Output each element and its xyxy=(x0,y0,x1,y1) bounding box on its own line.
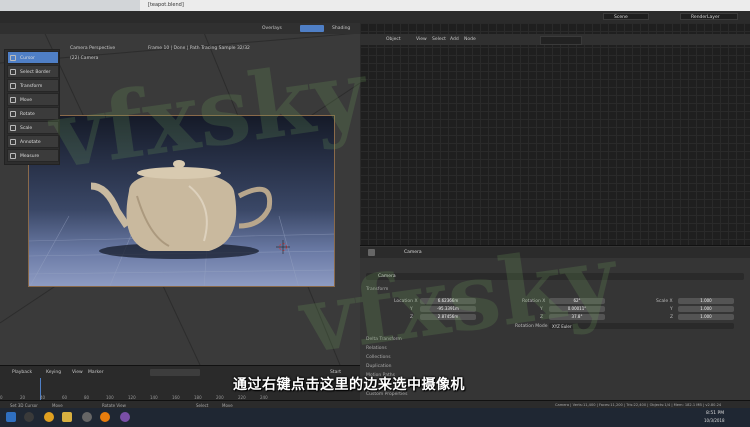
overlays-menu[interactable]: Overlays xyxy=(262,26,282,31)
tool-cursor[interactable]: Cursor xyxy=(7,51,59,64)
properties-tab-icon[interactable] xyxy=(368,249,375,256)
transform-icon xyxy=(10,83,16,89)
menu-add[interactable]: Add xyxy=(450,37,459,42)
scale-x-label: Scale X xyxy=(656,299,673,304)
settings-icon[interactable] xyxy=(82,412,92,422)
status-hint-move2: Move xyxy=(222,402,233,408)
scale-x-field[interactable]: 1.000 xyxy=(678,298,734,304)
menu-select[interactable]: Select xyxy=(432,37,446,42)
tool-label: Measure xyxy=(20,153,40,159)
search-icon[interactable] xyxy=(24,412,34,422)
status-hint-select: Select xyxy=(196,402,209,408)
rotate-icon xyxy=(10,111,16,117)
measure-icon xyxy=(10,153,16,159)
cursor-icon xyxy=(10,55,16,61)
scale-z-field[interactable]: 1.000 xyxy=(678,314,734,320)
shading-buttons[interactable] xyxy=(300,25,324,32)
status-hint-move: Move xyxy=(52,402,63,408)
node-tree-selector[interactable] xyxy=(540,36,582,45)
timeline-menu-marker[interactable]: Marker xyxy=(88,370,104,375)
taskbar-date: 10/3/2018 xyxy=(704,418,725,423)
3d-cursor-icon xyxy=(276,240,290,254)
taskbar-time: 8:51 PM xyxy=(706,411,725,416)
scale-icon xyxy=(10,125,16,131)
blender-icon[interactable] xyxy=(100,412,110,422)
status-hint-cursor: Set 3D Cursor xyxy=(10,402,38,408)
move-icon xyxy=(10,97,16,103)
tool-label: Transform xyxy=(20,83,43,89)
window-title-bar: [teapot.blend] xyxy=(0,0,750,28)
timeline-menu-playback[interactable]: Playback xyxy=(12,370,32,375)
tool-measure[interactable]: Measure xyxy=(7,149,59,162)
render-layer-label: RenderLayer xyxy=(691,15,720,20)
scale-y-label: Y xyxy=(670,307,673,312)
tool-label: Annotate xyxy=(20,139,41,145)
menu-view[interactable]: View xyxy=(416,37,427,42)
scene-label: Scene xyxy=(614,15,628,20)
start-icon[interactable] xyxy=(6,412,16,422)
timeline-menu-view[interactable]: View xyxy=(72,370,83,375)
menu-node[interactable]: Node xyxy=(464,37,476,42)
select-box-icon xyxy=(10,69,16,75)
tool-label: Select Border xyxy=(20,69,51,75)
chrome-icon[interactable] xyxy=(44,412,54,422)
document-title: [teapot.blend] xyxy=(148,2,184,8)
scene-selector[interactable]: Scene xyxy=(603,13,649,20)
folder-icon[interactable] xyxy=(62,412,72,422)
tool-label: Move xyxy=(20,97,33,103)
os-taskbar: 8:51 PM 10/3/2018 xyxy=(0,408,750,427)
timeline-menu-keying[interactable]: Keying xyxy=(46,370,61,375)
node-editor[interactable] xyxy=(360,23,750,245)
status-hint-rotate: Rotate View xyxy=(102,402,126,408)
shading-menu[interactable]: Shading xyxy=(332,26,350,31)
video-subtitle: 通过右键点击这里的边来选中摄像机 xyxy=(233,377,465,393)
tool-select-border[interactable]: Select Border xyxy=(7,65,59,78)
scale-z-label: Z xyxy=(670,315,674,320)
menu-object[interactable]: Object xyxy=(386,37,401,42)
tool-label: Rotate xyxy=(20,111,35,117)
tool-label: Cursor xyxy=(20,55,35,61)
app-icon[interactable] xyxy=(120,412,130,422)
annotate-icon xyxy=(10,139,16,145)
viewport-info-line1: Camera Perspective xyxy=(70,46,116,51)
scene-statistics: Camera | Verts:11,400 | Faces:11,200 | T… xyxy=(555,402,722,407)
viewport-info-line2: (22) Camera xyxy=(70,56,99,61)
render-frame-info: Frame 10 | Done | Path Tracing Sample 32… xyxy=(148,46,250,51)
playback-controls[interactable] xyxy=(150,369,200,376)
scale-y-field[interactable]: 1.000 xyxy=(678,306,734,312)
viewport-header: Overlays Shading xyxy=(0,23,360,34)
node-editor-header: Object View Select Add Node xyxy=(360,34,750,45)
render-layer-selector[interactable]: RenderLayer xyxy=(680,13,738,20)
tool-label: Scale xyxy=(20,125,33,131)
